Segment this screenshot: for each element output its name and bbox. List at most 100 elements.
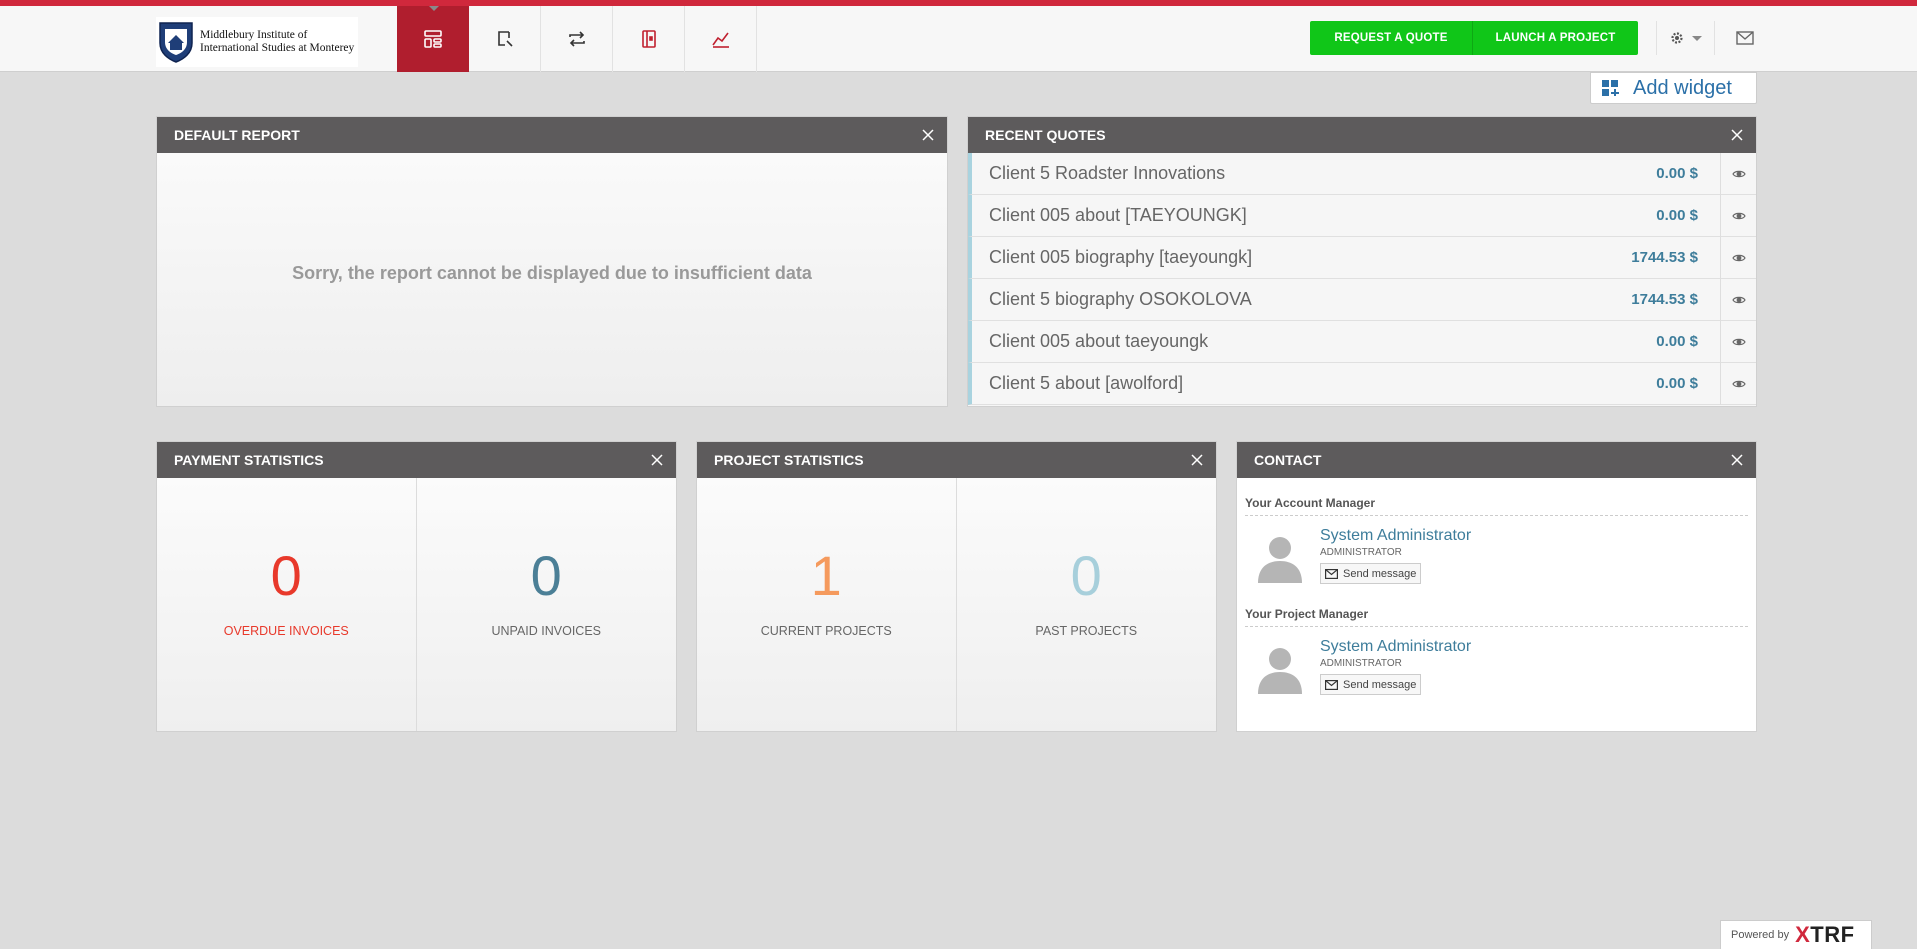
quote-amount: 0.00 $ bbox=[1656, 165, 1698, 182]
report-empty-message: Sorry, the report cannot be displayed du… bbox=[292, 263, 812, 283]
reports-chart-icon bbox=[711, 32, 729, 48]
quote-name[interactable]: Client 5 Roadster Innovations bbox=[989, 163, 1578, 184]
gear-icon bbox=[1670, 32, 1683, 44]
quote-amount: 0.00 $ bbox=[1656, 333, 1698, 350]
view-quote-button[interactable] bbox=[1720, 194, 1756, 237]
request-quote-button[interactable]: REQUEST A QUOTE bbox=[1310, 21, 1473, 55]
launch-project-button[interactable]: LAUNCH A PROJECT bbox=[1473, 21, 1638, 55]
quote-amount: 1744.53 $ bbox=[1631, 291, 1698, 308]
nav-invoices[interactable] bbox=[613, 6, 685, 72]
primary-actions: REQUEST A QUOTE LAUNCH A PROJECT bbox=[1310, 21, 1638, 55]
close-icon[interactable] bbox=[1730, 128, 1744, 142]
unpaid-invoices-stat[interactable]: 0 UNPAID INVOICES bbox=[416, 478, 676, 731]
quote-amount: 0.00 $ bbox=[1656, 375, 1698, 392]
quote-amount: 1744.53 $ bbox=[1631, 249, 1698, 266]
settings-dropdown[interactable] bbox=[1656, 21, 1714, 55]
invoices-book-icon bbox=[641, 30, 656, 48]
quote-name[interactable]: Client 005 about [TAEYOUNGK] bbox=[989, 205, 1578, 226]
powered-by-label: Powered by bbox=[1731, 929, 1790, 941]
add-widget-button[interactable]: Add widget bbox=[1590, 72, 1757, 104]
payment-statistics-widget: PAYMENT STATISTICS 0 OVERDUE INVOICES 0 … bbox=[156, 441, 677, 732]
project-manager-role: ADMINISTRATOR bbox=[1320, 658, 1402, 669]
envelope-icon bbox=[1735, 31, 1754, 45]
quote-name[interactable]: Client 005 biography [taeyoungk] bbox=[989, 247, 1578, 268]
past-projects-count: 0 bbox=[1070, 544, 1102, 607]
account-manager-heading: Your Account Manager bbox=[1245, 478, 1748, 516]
quote-row[interactable]: Client 5 biography OSOKOLOVA 1744.53 $ bbox=[968, 278, 1756, 321]
view-quote-button[interactable] bbox=[1720, 152, 1756, 195]
chevron-down-icon bbox=[1691, 35, 1702, 41]
current-projects-stat[interactable]: 1 CURRENT PROJECTS bbox=[697, 478, 957, 731]
view-quote-button[interactable] bbox=[1720, 278, 1756, 321]
quote-row[interactable]: Client 5 about [awolford] 0.00 $ bbox=[968, 362, 1756, 405]
overdue-invoices-label: OVERDUE INVOICES bbox=[223, 624, 349, 638]
crest-icon bbox=[159, 22, 193, 63]
logo-line-2: International Studies at Monterey bbox=[200, 42, 355, 54]
quote-row[interactable]: Client 005 biography [taeyoungk] 1744.53 … bbox=[968, 236, 1756, 279]
recent-quotes-list: Client 5 Roadster Innovations 0.00 $ Clien… bbox=[968, 152, 1756, 405]
add-widget-label: Add widget bbox=[1633, 76, 1732, 99]
eye-icon bbox=[1731, 170, 1746, 177]
view-quote-button[interactable] bbox=[1720, 236, 1756, 279]
current-projects-label: CURRENT PROJECTS bbox=[760, 624, 892, 638]
nav-quotes[interactable] bbox=[469, 6, 541, 72]
project-manager-card: System Administrator ADMINISTRATOR Send … bbox=[1245, 638, 1748, 704]
send-message-button[interactable]: Send message bbox=[1320, 674, 1422, 695]
powered-by-badge[interactable]: Powered by XTRF bbox=[1720, 920, 1872, 949]
overdue-invoices-stat[interactable]: 0 OVERDUE INVOICES bbox=[157, 478, 417, 731]
top-bar: Middlebury Institute of International St… bbox=[0, 6, 1917, 72]
quote-row[interactable]: Client 5 Roadster Innovations 0.00 $ bbox=[968, 152, 1756, 195]
account-manager-card: System Administrator ADMINISTRATOR Send … bbox=[1245, 527, 1748, 593]
messages-button[interactable] bbox=[1714, 21, 1774, 55]
eye-icon bbox=[1731, 254, 1746, 261]
account-manager-role: ADMINISTRATOR bbox=[1320, 547, 1402, 558]
envelope-icon bbox=[1325, 679, 1338, 690]
eye-icon bbox=[1731, 296, 1746, 303]
unpaid-invoices-count: 0 bbox=[530, 544, 562, 607]
quote-name[interactable]: Client 5 about [awolford] bbox=[989, 373, 1578, 394]
quote-amount: 0.00 $ bbox=[1656, 207, 1698, 224]
recent-quotes-title: RECENT QUOTES bbox=[985, 127, 1106, 143]
close-icon[interactable] bbox=[1730, 453, 1744, 467]
main-nav bbox=[397, 6, 757, 72]
unpaid-invoices-label: UNPAID INVOICES bbox=[491, 624, 601, 638]
nav-reports[interactable] bbox=[685, 6, 757, 72]
quote-search-icon bbox=[497, 31, 513, 47]
nav-dashboard[interactable] bbox=[397, 6, 469, 72]
avatar-icon bbox=[1258, 648, 1302, 694]
xtrf-logo: XTRF bbox=[1795, 922, 1855, 947]
eye-icon bbox=[1731, 338, 1746, 345]
logo-line-1: Middlebury Institute of bbox=[200, 29, 308, 41]
default-report-title: DEFAULT REPORT bbox=[174, 127, 300, 143]
quote-name[interactable]: Client 5 biography OSOKOLOVA bbox=[989, 289, 1578, 310]
account-manager-name[interactable]: System Administrator bbox=[1320, 527, 1471, 545]
dashboard-icon bbox=[424, 30, 442, 48]
quote-name[interactable]: Client 005 about taeyoungk bbox=[989, 331, 1578, 352]
contact-title: CONTACT bbox=[1254, 452, 1322, 468]
close-icon[interactable] bbox=[921, 128, 935, 142]
nav-projects[interactable] bbox=[541, 6, 613, 72]
default-report-widget: DEFAULT REPORT Sorry, the report cannot … bbox=[156, 116, 948, 407]
envelope-icon bbox=[1325, 568, 1338, 579]
close-icon[interactable] bbox=[650, 453, 664, 467]
institution-logo[interactable]: Middlebury Institute of International St… bbox=[156, 17, 358, 67]
contact-widget: CONTACT Your Account Manager System Admi… bbox=[1236, 441, 1757, 732]
project-statistics-widget: PROJECT STATISTICS 1 CURRENT PROJECTS 0 … bbox=[696, 441, 1217, 732]
projects-cycle-icon bbox=[568, 31, 585, 47]
project-manager-heading: Your Project Manager bbox=[1245, 593, 1748, 627]
project-manager-name[interactable]: System Administrator bbox=[1320, 638, 1471, 656]
close-icon[interactable] bbox=[1190, 453, 1204, 467]
avatar-icon bbox=[1258, 537, 1302, 583]
current-projects-count: 1 bbox=[810, 544, 842, 607]
payment-statistics-title: PAYMENT STATISTICS bbox=[174, 452, 324, 468]
quote-row[interactable]: Client 005 about [TAEYOUNGK] 0.00 $ bbox=[968, 194, 1756, 237]
past-projects-label: PAST PROJECTS bbox=[1035, 624, 1138, 638]
eye-icon bbox=[1731, 380, 1746, 387]
add-widget-icon bbox=[1602, 80, 1619, 96]
past-projects-stat[interactable]: 0 PAST PROJECTS bbox=[956, 478, 1216, 731]
send-message-button[interactable]: Send message bbox=[1320, 563, 1422, 584]
eye-icon bbox=[1731, 212, 1746, 219]
quote-row[interactable]: Client 005 about taeyoungk 0.00 $ bbox=[968, 320, 1756, 363]
view-quote-button[interactable] bbox=[1720, 320, 1756, 363]
view-quote-button[interactable] bbox=[1720, 362, 1756, 405]
